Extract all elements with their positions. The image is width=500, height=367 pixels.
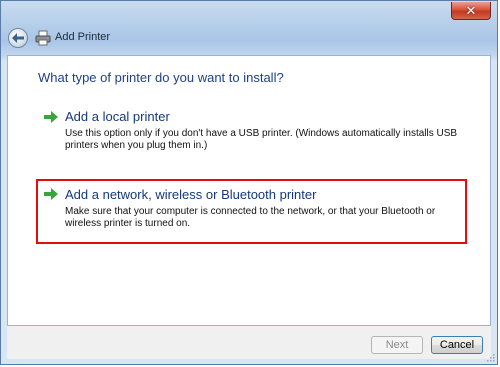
back-arrow-icon <box>12 33 24 43</box>
option-title: Add a network, wireless or Bluetooth pri… <box>65 187 317 202</box>
resize-grip-icon[interactable] <box>487 354 495 362</box>
add-printer-window: ✕ Add Printer What type of printer do yo… <box>0 0 498 365</box>
cancel-button[interactable]: Cancel <box>431 336 483 354</box>
window-title: Add Printer <box>55 31 111 43</box>
close-icon: ✕ <box>465 2 477 18</box>
green-arrow-icon <box>44 188 58 200</box>
printer-icon <box>35 30 51 46</box>
wizard-content: What type of printer do you want to inst… <box>7 55 491 326</box>
green-arrow-icon <box>44 111 58 123</box>
option-add-network-printer[interactable]: Add a network, wireless or Bluetooth pri… <box>36 179 467 244</box>
back-button[interactable] <box>8 28 28 48</box>
option-description: Use this option only if you don't have a… <box>65 128 458 151</box>
close-button[interactable]: ✕ <box>451 2 491 20</box>
option-description: Make sure that your computer is connecte… <box>65 206 436 229</box>
wizard-footer: Next Cancel <box>7 326 491 359</box>
next-button[interactable]: Next <box>371 336 423 354</box>
page-heading: What type of printer do you want to inst… <box>38 70 284 85</box>
option-add-local-printer[interactable]: Add a local printer Use this option only… <box>36 106 467 154</box>
option-title: Add a local printer <box>65 109 170 124</box>
